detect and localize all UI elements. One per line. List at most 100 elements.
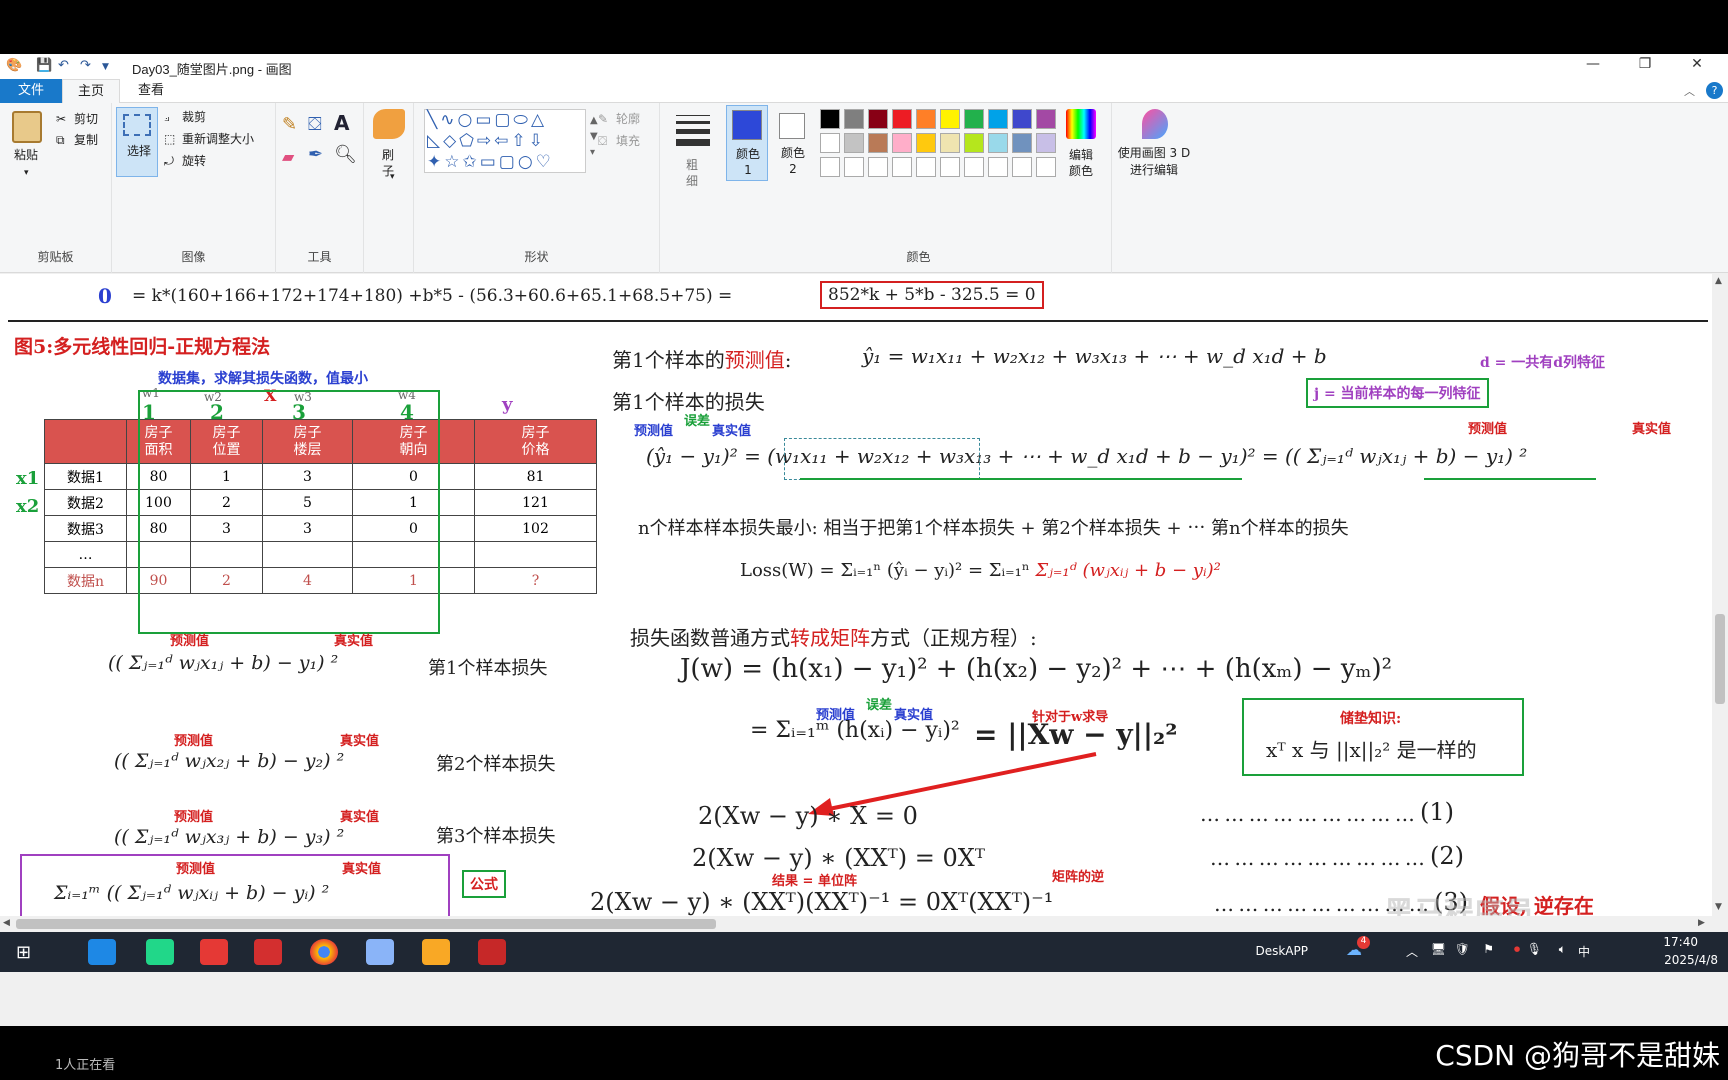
- vertical-scrollbar[interactable]: ▲ ▼: [1712, 274, 1728, 916]
- palette-swatch[interactable]: [1036, 133, 1056, 153]
- paste-dropdown-icon[interactable]: ▾: [24, 165, 29, 181]
- close-button[interactable]: ✕: [1682, 56, 1712, 76]
- palette-swatch[interactable]: [1012, 157, 1032, 177]
- palette-swatch[interactable]: [940, 133, 960, 153]
- color-picker-icon[interactable]: ✒: [308, 146, 323, 164]
- size-button[interactable]: 粗细: [684, 157, 700, 189]
- palette-swatch[interactable]: [868, 109, 888, 129]
- security-icon[interactable]: 🛡︎: [1455, 942, 1470, 956]
- scroll-up-icon[interactable]: ▲: [1715, 276, 1722, 286]
- palette-swatch[interactable]: [820, 157, 840, 177]
- palette-swatch[interactable]: [1012, 133, 1032, 153]
- tab-view[interactable]: 查看: [122, 79, 180, 103]
- palette-swatch[interactable]: [1036, 109, 1056, 129]
- chat-app-icon[interactable]: [88, 939, 116, 965]
- edit-colors-icon[interactable]: [1066, 109, 1096, 139]
- copy-button[interactable]: 复制: [74, 132, 98, 148]
- palette-swatch[interactable]: [916, 157, 936, 177]
- restore-button[interactable]: ❐: [1630, 56, 1660, 76]
- edit-colors-button[interactable]: 编辑颜色: [1066, 147, 1096, 179]
- palette-swatch[interactable]: [988, 157, 1008, 177]
- tab-file[interactable]: 文件: [0, 79, 62, 103]
- shapes-gallery[interactable]: ╲∿○▭▢⬭△ ◺◇⬠⇨⇦⇧⇩ ✦☆✩▭▢○♡: [424, 109, 586, 173]
- collapse-ribbon-icon[interactable]: ︿: [1684, 83, 1695, 99]
- selection-rectangle[interactable]: [784, 438, 980, 480]
- vertical-scroll-thumb[interactable]: [1715, 614, 1725, 704]
- palette-swatch[interactable]: [988, 109, 1008, 129]
- paint-app-icon[interactable]: 🎨: [6, 58, 22, 73]
- paint-taskbar-icon[interactable]: [366, 939, 394, 965]
- tab-home[interactable]: 主页: [62, 79, 120, 103]
- pycharm-icon[interactable]: [146, 939, 174, 965]
- palette-swatch[interactable]: [964, 133, 984, 153]
- scroll-left-icon[interactable]: ◀: [3, 918, 10, 928]
- palette-swatch[interactable]: [844, 109, 864, 129]
- rotate-button[interactable]: 旋转: [182, 153, 206, 169]
- fill-button[interactable]: 填充: [616, 133, 640, 149]
- cut-button[interactable]: 剪切: [74, 111, 98, 127]
- pencil-icon[interactable]: ✎: [282, 116, 297, 134]
- canvas[interactable]: 0 = k*(160+166+172+174+180) +b*5 - (56.3…: [0, 274, 1712, 916]
- deskapp-label[interactable]: DeskAPP: [1255, 944, 1308, 958]
- vpn-app-icon[interactable]: [478, 939, 506, 965]
- windows-start-icon[interactable]: ⊞: [16, 942, 31, 963]
- select-button[interactable]: 选择: [116, 107, 158, 177]
- fill-shape-icon[interactable]: ⛋: [598, 133, 607, 149]
- wps-icon[interactable]: [254, 939, 282, 965]
- palette-swatch[interactable]: [892, 109, 912, 129]
- palette-swatch[interactable]: [964, 157, 984, 177]
- outline-button[interactable]: 轮廓: [616, 111, 640, 127]
- network-icon[interactable]: 🖥︎: [1431, 942, 1446, 956]
- magnifier-icon[interactable]: 🔍︎: [334, 146, 357, 164]
- outline-icon[interactable]: ✎: [598, 111, 608, 127]
- brush-button[interactable]: 刷子: [378, 147, 398, 179]
- mic-icon[interactable]: 🎙︎: [1527, 942, 1542, 956]
- clock-time[interactable]: 17:40: [1663, 935, 1698, 949]
- record-icon[interactable]: ⏺: [1514, 942, 1520, 957]
- scroll-right-icon[interactable]: ▶: [1698, 918, 1705, 928]
- customize-quick-access-icon[interactable]: ▼: [102, 62, 109, 72]
- palette-swatch[interactable]: [964, 109, 984, 129]
- horizontal-scroll-thumb[interactable]: [16, 919, 716, 929]
- crop-icon[interactable]: ⟓: [164, 109, 170, 125]
- palette-swatch[interactable]: [820, 133, 840, 153]
- fill-icon[interactable]: ⛋: [308, 116, 322, 134]
- palette-swatch[interactable]: [868, 133, 888, 153]
- size-icon[interactable]: [676, 115, 710, 146]
- crop-button[interactable]: 裁剪: [182, 109, 206, 125]
- color2-button[interactable]: 颜色 2: [772, 105, 812, 181]
- palette-swatch[interactable]: [844, 157, 864, 177]
- eraser-icon[interactable]: ▰: [282, 149, 294, 165]
- help-icon[interactable]: ?: [1706, 82, 1723, 99]
- resize-icon[interactable]: ⬚: [164, 131, 175, 147]
- brush-icon[interactable]: [373, 109, 405, 139]
- palette-swatch[interactable]: [940, 109, 960, 129]
- cut-icon[interactable]: ✂: [56, 111, 66, 127]
- clock-date[interactable]: 2025/4/8: [1664, 953, 1718, 967]
- flag-icon[interactable]: ⚑: [1483, 942, 1494, 956]
- palette-swatch[interactable]: [820, 109, 840, 129]
- chrome-icon[interactable]: [310, 939, 338, 965]
- volume-icon[interactable]: 🔈︎: [1559, 942, 1566, 957]
- palette-swatch[interactable]: [892, 157, 912, 177]
- palette-swatch[interactable]: [916, 133, 936, 153]
- palette-swatch[interactable]: [844, 133, 864, 153]
- palette-swatch[interactable]: [1036, 157, 1056, 177]
- color1-button[interactable]: 颜色 1: [726, 105, 768, 181]
- rotate-icon[interactable]: ⤾: [164, 153, 174, 169]
- copy-icon[interactable]: ⧉: [56, 132, 65, 148]
- paste-icon[interactable]: [12, 111, 42, 143]
- file-explorer-icon[interactable]: [422, 939, 450, 965]
- paint3d-icon[interactable]: [1142, 109, 1168, 139]
- save-icon[interactable]: 💾: [36, 58, 52, 73]
- text-icon[interactable]: A: [334, 113, 349, 133]
- shapes-scroll-icon[interactable]: ▲ ▼ ▾: [590, 113, 598, 161]
- xmind-icon[interactable]: [200, 939, 228, 965]
- ime-indicator[interactable]: 中: [1578, 943, 1590, 960]
- brush-dropdown-icon[interactable]: ▾: [390, 169, 395, 185]
- resize-button[interactable]: 重新调整大小: [182, 131, 254, 147]
- paste-button[interactable]: 粘贴: [14, 147, 38, 163]
- palette-swatch[interactable]: [940, 157, 960, 177]
- tray-expand-icon[interactable]: ︿: [1406, 943, 1418, 960]
- palette-swatch[interactable]: [916, 109, 936, 129]
